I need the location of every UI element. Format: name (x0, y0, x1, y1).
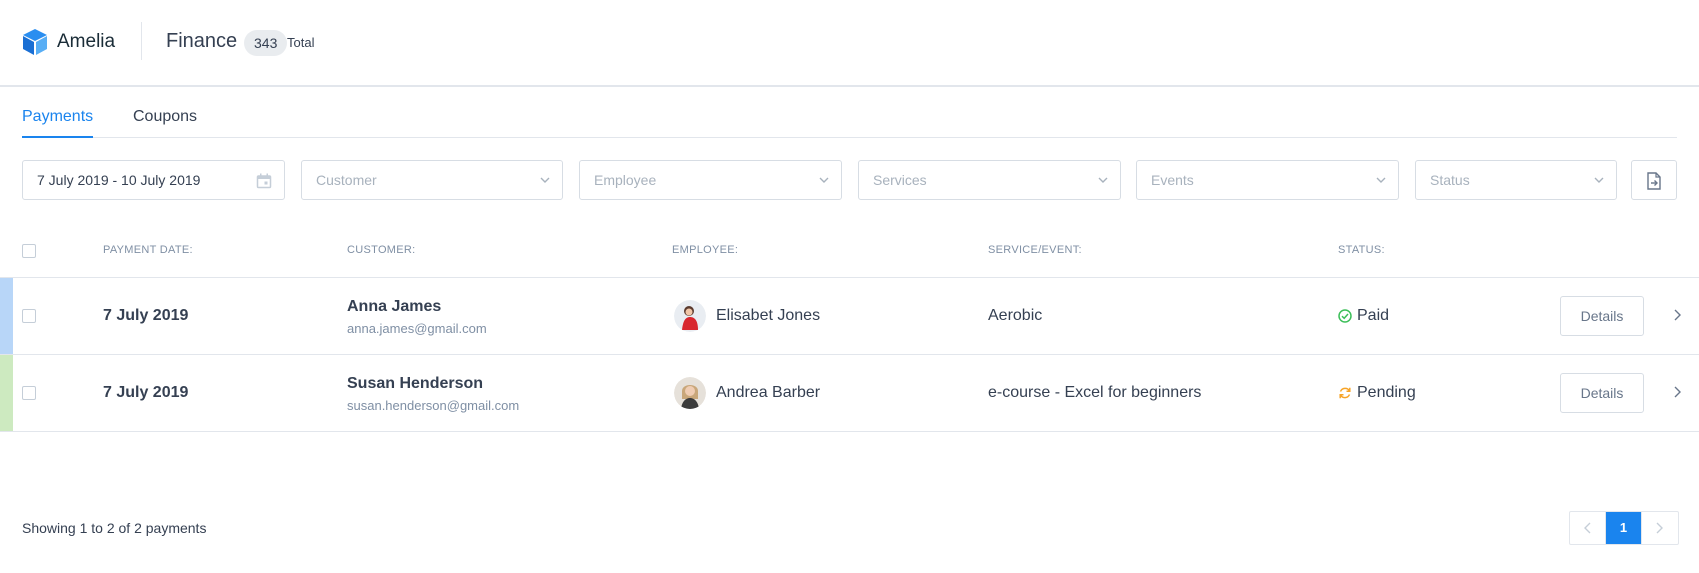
service-name: e-course - Excel for beginners (988, 384, 1202, 401)
date-range-picker[interactable]: 7 July 2019 - 10 July 2019 (22, 160, 285, 200)
tab-payments[interactable]: Payments (22, 108, 94, 138)
employee-filter-placeholder: Employee (594, 172, 657, 188)
customer-email: susan.henderson@gmail.com (347, 398, 520, 413)
chevron-down-icon (819, 177, 829, 183)
col-payment-date: PAYMENT DATE: (103, 244, 193, 256)
export-button[interactable] (1631, 160, 1677, 200)
chevron-down-icon (1594, 177, 1604, 183)
date-range-value: 7 July 2019 - 10 July 2019 (37, 172, 201, 188)
calendar-icon (256, 173, 272, 189)
service-name: Aerobic (988, 307, 1043, 324)
chevron-down-icon (1098, 177, 1108, 183)
chevron-down-icon (540, 177, 550, 183)
employee-name: Elisabet Jones (716, 307, 821, 324)
status-text: Paid (1357, 307, 1390, 324)
page-header: Amelia Finance 343 Total (0, 0, 1699, 87)
payment-date: 7 July 2019 (103, 384, 189, 401)
amelia-logo-icon (23, 29, 47, 55)
table-row[interactable]: 7 July 2019 Anna James anna.james@gmail.… (0, 278, 1699, 355)
col-employee: EMPLOYEE: (672, 244, 739, 256)
details-button[interactable]: Details (1560, 373, 1644, 413)
col-status: STATUS: (1338, 244, 1385, 256)
chevron-down-icon (1376, 177, 1386, 183)
total-count-badge: 343 (244, 30, 288, 56)
table-row[interactable]: 7 July 2019 Susan Henderson susan.hender… (0, 355, 1699, 432)
refresh-icon (1339, 387, 1351, 399)
employee-name: Andrea Barber (716, 384, 821, 401)
status-filter[interactable]: Status (1415, 160, 1617, 200)
chevron-right-icon[interactable] (1672, 385, 1682, 399)
page-number-button[interactable]: 1 (1606, 512, 1642, 544)
check-circle-icon (1338, 309, 1352, 323)
customer-filter[interactable]: Customer (301, 160, 563, 200)
employee-filter[interactable]: Employee (579, 160, 842, 200)
col-customer: CUSTOMER: (347, 244, 416, 256)
tab-coupons[interactable]: Coupons (133, 108, 197, 136)
payment-date: 7 July 2019 (103, 307, 189, 324)
customer-filter-placeholder: Customer (316, 172, 377, 188)
details-button[interactable]: Details (1560, 296, 1644, 336)
row-accent-bar (0, 355, 13, 431)
col-service-event: SERVICE/EVENT: (988, 244, 1082, 256)
row-checkbox[interactable] (22, 386, 36, 400)
customer-name: Anna James (347, 298, 442, 315)
employee-avatar (674, 300, 706, 332)
status-filter-placeholder: Status (1430, 172, 1470, 188)
customer-email: anna.james@gmail.com (347, 321, 487, 336)
chevron-right-icon (1656, 522, 1663, 534)
status-text: Pending (1357, 384, 1416, 401)
events-filter-placeholder: Events (1151, 172, 1194, 188)
export-file-icon (1647, 172, 1661, 190)
events-filter[interactable]: Events (1136, 160, 1399, 200)
row-accent-bar (0, 278, 13, 354)
next-page-button[interactable] (1642, 512, 1678, 544)
table-header: PAYMENT DATE: CUSTOMER: EMPLOYEE: SERVIC… (0, 236, 1699, 278)
total-count-label: Total (287, 35, 315, 50)
pagination-summary: Showing 1 to 2 of 2 payments (22, 520, 207, 536)
row-checkbox[interactable] (22, 309, 36, 323)
chevron-right-icon[interactable] (1672, 308, 1682, 322)
chevron-left-icon (1584, 522, 1591, 534)
prev-page-button[interactable] (1570, 512, 1606, 544)
pagination: 1 (1569, 511, 1679, 545)
employee-avatar (674, 377, 706, 409)
brand-name: Amelia (57, 31, 116, 52)
services-filter-placeholder: Services (873, 172, 927, 188)
finance-tabs: Payments Coupons (22, 96, 1677, 138)
select-all-checkbox[interactable] (22, 244, 36, 258)
customer-name: Susan Henderson (347, 375, 484, 392)
page-title: Finance (166, 30, 238, 52)
services-filter[interactable]: Services (858, 160, 1121, 200)
header-divider (141, 22, 142, 60)
